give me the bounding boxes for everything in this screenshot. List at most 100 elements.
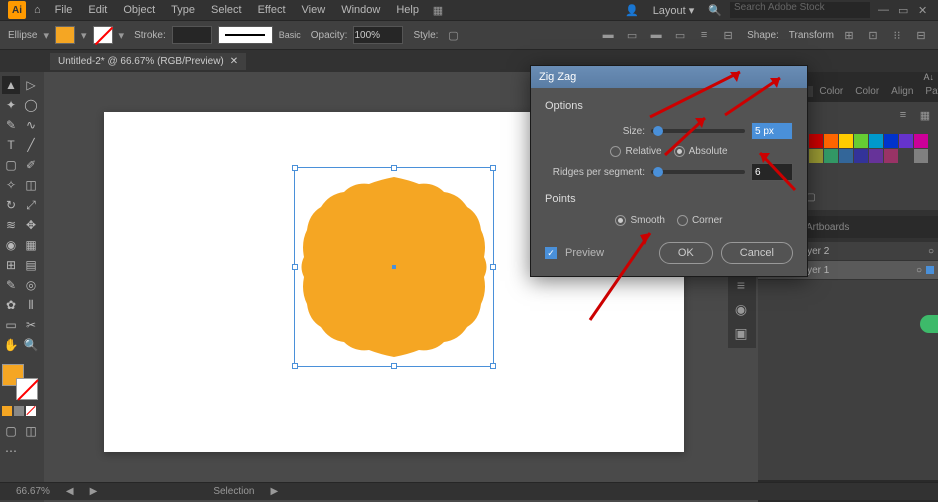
grid-view-icon[interactable]: ▦: [916, 106, 934, 124]
align-icon[interactable]: ▭: [623, 26, 641, 44]
rectangle-tool[interactable]: ▢: [2, 156, 20, 174]
resize-handle[interactable]: [391, 165, 397, 171]
stroke-swatch[interactable]: [93, 26, 113, 44]
resize-handle[interactable]: [490, 165, 496, 171]
zoom-level[interactable]: 66.67%: [8, 486, 58, 497]
swatch[interactable]: [884, 134, 898, 148]
appearance-icon[interactable]: ◉: [730, 298, 752, 320]
isolate-icon[interactable]: ⊡: [864, 26, 882, 44]
menu-view[interactable]: View: [296, 2, 332, 18]
tab-pathfinder[interactable]: Pathfi: [919, 86, 938, 97]
swatch[interactable]: [809, 149, 823, 163]
magic-wand-tool[interactable]: ✦: [2, 96, 20, 114]
fill-swatch[interactable]: [55, 26, 75, 44]
swatch[interactable]: [854, 134, 868, 148]
gradient-tool[interactable]: ▤: [22, 256, 40, 274]
align-icon[interactable]: ⊟: [719, 26, 737, 44]
symbol-tool[interactable]: ✿: [2, 296, 20, 314]
menu-type[interactable]: Type: [165, 2, 201, 18]
edit-toolbar[interactable]: ⋯: [2, 442, 20, 460]
swatch[interactable]: [824, 149, 838, 163]
brush-tool[interactable]: ✐: [22, 156, 40, 174]
dialog-titlebar[interactable]: Zig Zag: [531, 66, 807, 88]
grid-icon[interactable]: ▦: [429, 1, 447, 19]
menu-window[interactable]: Window: [335, 2, 386, 18]
align-icon[interactable]: ≡: [695, 26, 713, 44]
size-slider[interactable]: [651, 129, 745, 133]
list-view-icon[interactable]: ≡: [894, 106, 912, 124]
expand-icon[interactable]: ⊟: [912, 26, 930, 44]
swatch[interactable]: [899, 149, 913, 163]
zoom-tool[interactable]: 🔍: [22, 336, 40, 354]
swatch[interactable]: [914, 149, 928, 163]
pen-tool[interactable]: ✎: [2, 116, 20, 134]
nav-icon[interactable]: ▶: [82, 486, 106, 497]
resize-handle[interactable]: [490, 363, 496, 369]
color-mode-toggles[interactable]: [2, 406, 42, 416]
eraser-tool[interactable]: ◫: [22, 176, 40, 194]
hand-tool[interactable]: ✋: [2, 336, 20, 354]
stroke-profile[interactable]: [218, 26, 273, 44]
shape-builder-tool[interactable]: ◉: [2, 236, 20, 254]
dropdown-icon[interactable]: ▾: [81, 29, 87, 42]
preview-checkbox[interactable]: ✓: [545, 247, 557, 259]
free-transform-tool[interactable]: ✥: [22, 216, 40, 234]
graph-tool[interactable]: ⫴: [22, 296, 40, 314]
home-icon[interactable]: ⌂: [34, 4, 41, 16]
menu-object[interactable]: Object: [117, 2, 161, 18]
transform-btn-label[interactable]: Transform: [789, 30, 834, 41]
shaper-tool[interactable]: ✧: [2, 176, 20, 194]
stroke-panel-icon[interactable]: ≡: [730, 274, 752, 296]
perspective-tool[interactable]: ▦: [22, 236, 40, 254]
rotate-tool[interactable]: ↻: [2, 196, 20, 214]
menu-file[interactable]: File: [49, 2, 79, 18]
ok-button[interactable]: OK: [659, 242, 713, 264]
tab-color[interactable]: Color: [813, 86, 849, 97]
scale-tool[interactable]: ⤢: [22, 196, 40, 214]
minimize-icon[interactable]: —: [878, 4, 890, 16]
graphic-styles-icon[interactable]: ▣: [730, 322, 752, 344]
isolate-icon[interactable]: ⊞: [840, 26, 858, 44]
align-left-icon[interactable]: ▬: [599, 26, 617, 44]
cancel-button[interactable]: Cancel: [721, 242, 793, 264]
mesh-tool[interactable]: ⊞: [2, 256, 20, 274]
size-input[interactable]: [751, 122, 793, 140]
ridges-slider[interactable]: [651, 170, 745, 174]
nav-icon[interactable]: ▶: [262, 486, 286, 497]
target-icon[interactable]: ○: [928, 246, 934, 257]
stroke-weight-input[interactable]: [172, 26, 212, 44]
swatch[interactable]: [854, 149, 868, 163]
stroke-color[interactable]: [16, 378, 38, 400]
selection-bounding-box[interactable]: [294, 167, 494, 367]
corner-radio[interactable]: Corner: [677, 215, 723, 226]
tab-color2[interactable]: Color: [849, 86, 885, 97]
swatch[interactable]: [869, 149, 883, 163]
shape-btn-label[interactable]: Shape:: [747, 30, 779, 41]
opacity-input[interactable]: [353, 26, 403, 44]
document-tab[interactable]: Untitled-2* @ 66.67% (RGB/Preview) ✕: [50, 53, 246, 70]
share-badge[interactable]: [920, 315, 938, 333]
target-icon[interactable]: ○: [916, 265, 922, 276]
swatch[interactable]: [914, 134, 928, 148]
resize-handle[interactable]: [292, 363, 298, 369]
menu-help[interactable]: Help: [390, 2, 425, 18]
fill-stroke-selector[interactable]: [2, 364, 38, 400]
swatch[interactable]: [839, 149, 853, 163]
swatch[interactable]: [824, 134, 838, 148]
style-swatch[interactable]: ▢: [444, 26, 462, 44]
curvature-tool[interactable]: ∿: [22, 116, 40, 134]
align-icon[interactable]: ▬: [647, 26, 665, 44]
screen-mode-tool[interactable]: ▢: [2, 422, 20, 440]
layout-dropdown[interactable]: Layout ▾: [647, 2, 701, 19]
blend-tool[interactable]: ◎: [22, 276, 40, 294]
resize-handle[interactable]: [391, 363, 397, 369]
menu-select[interactable]: Select: [205, 2, 248, 18]
panel-chevron-icon[interactable]: A↓: [923, 72, 934, 80]
swatch[interactable]: [869, 134, 883, 148]
direct-select-tool[interactable]: ▷: [22, 76, 40, 94]
tab-close-icon[interactable]: ✕: [230, 56, 238, 67]
menu-edit[interactable]: Edit: [82, 2, 113, 18]
dropdown-icon[interactable]: ▾: [43, 29, 49, 42]
selection-tool[interactable]: ▲: [2, 76, 20, 94]
smooth-radio[interactable]: Smooth: [615, 215, 664, 226]
